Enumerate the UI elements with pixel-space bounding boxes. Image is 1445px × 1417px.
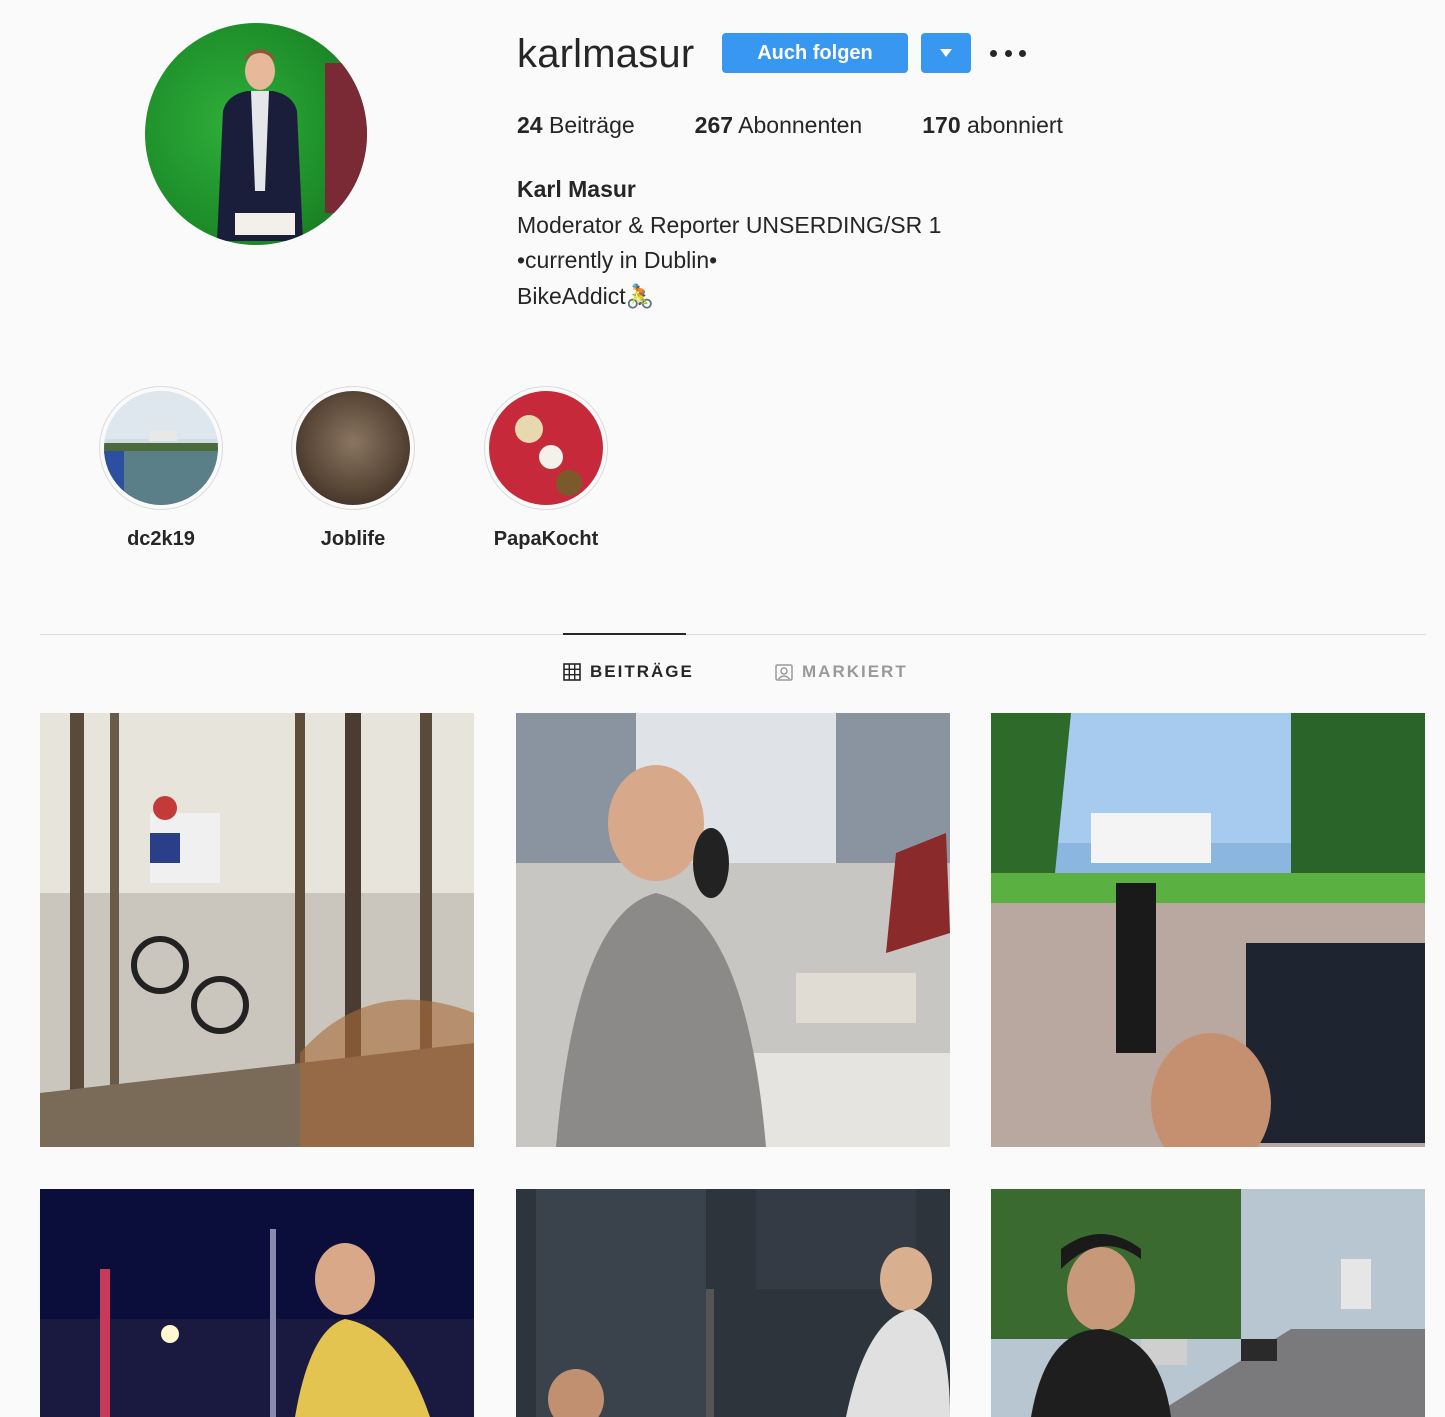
tab-label: BEITRÄGE xyxy=(590,662,694,681)
highlight-label: Joblife xyxy=(320,528,386,550)
post-thumbnail[interactable] xyxy=(40,1189,474,1417)
dot-icon xyxy=(1004,49,1012,57)
tabs-divider xyxy=(40,634,1426,635)
story-highlight[interactable]: PapaKocht xyxy=(484,386,608,551)
profile-username: karlmasur xyxy=(517,32,695,76)
dot-icon xyxy=(990,49,997,57)
bio-line: BikeAddict🚴 xyxy=(517,282,655,309)
story-highlight[interactable]: dc2k19 xyxy=(99,386,223,551)
profile-stats: 24 Beiträge 267 Abonnenten 170 abonniert xyxy=(517,112,1063,139)
stat-followers[interactable]: 267 Abonnenten xyxy=(695,112,863,139)
bio-line: Moderator & Reporter UNSERDING/SR 1 xyxy=(517,211,942,238)
highlight-label: dc2k19 xyxy=(127,528,195,550)
story-highlight[interactable]: Joblife xyxy=(291,386,415,551)
stat-posts: 24 Beiträge xyxy=(517,112,635,138)
profile-avatar[interactable] xyxy=(145,23,367,245)
highlight-label: PapaKocht xyxy=(493,528,599,550)
post-thumbnail[interactable] xyxy=(991,1189,1425,1417)
highlight-thumbnail xyxy=(489,391,603,505)
stat-following[interactable]: 170 abonniert xyxy=(922,112,1063,139)
highlight-thumbnail xyxy=(104,391,218,505)
post-thumbnail[interactable] xyxy=(991,713,1425,1147)
profile-full-name: Karl Masur xyxy=(517,176,636,202)
tab-tagged[interactable]: MARKIERT xyxy=(775,662,908,682)
active-tab-indicator xyxy=(563,633,686,635)
chevron-down-icon xyxy=(940,49,952,57)
tagged-icon xyxy=(775,664,793,681)
profile-bio: Karl Masur Moderator & Reporter UNSERDIN… xyxy=(517,172,941,314)
follow-dropdown-button[interactable] xyxy=(921,33,971,73)
tab-label: MARKIERT xyxy=(802,662,908,681)
post-thumbnail[interactable] xyxy=(40,713,474,1147)
bio-line: •currently in Dublin• xyxy=(517,247,718,273)
more-options-button[interactable] xyxy=(990,40,1026,66)
tab-posts[interactable]: BEITRÄGE xyxy=(563,662,694,682)
post-thumbnail[interactable] xyxy=(516,1189,950,1417)
grid-icon xyxy=(563,663,581,681)
highlight-thumbnail xyxy=(296,391,410,505)
dot-icon xyxy=(1019,49,1026,57)
avatar-background-detail xyxy=(325,63,367,213)
follow-button[interactable]: Auch folgen xyxy=(722,33,908,73)
avatar-paper xyxy=(235,213,295,235)
post-thumbnail[interactable] xyxy=(516,713,950,1147)
